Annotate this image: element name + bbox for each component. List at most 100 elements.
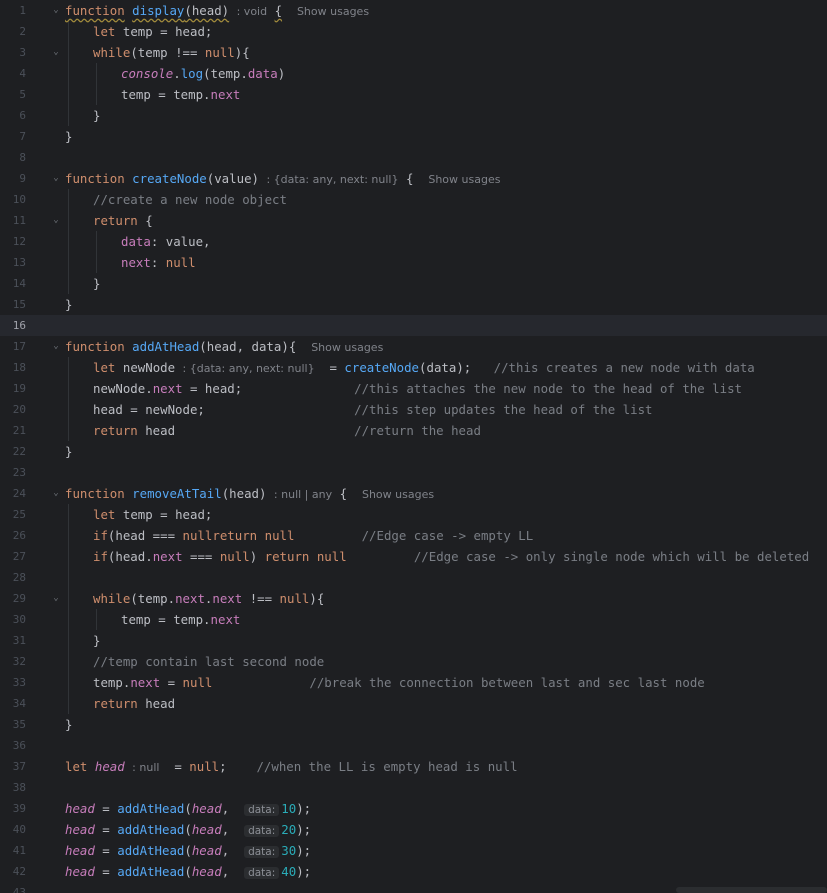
line-number: 9 — [19, 172, 26, 185]
type-hint: : {data: any, next: null} — [266, 173, 399, 186]
line-number: 20 — [12, 403, 26, 416]
code-editor[interactable]: 1 ⌄ function display(head) : void { Show u… — [0, 0, 827, 893]
code-line[interactable]: 1 ⌄ function display(head) : void { Show u… — [0, 0, 827, 21]
code-token: addAtHead — [117, 843, 185, 858]
code-token: head — [94, 759, 125, 774]
code-line[interactable]: 33 temp.next = null //break the connectio… — [0, 672, 827, 693]
code-line[interactable]: 7} — [0, 126, 827, 147]
code-line[interactable]: 36 — [0, 735, 827, 756]
fold-chevron-icon[interactable]: ⌄ — [51, 42, 61, 63]
code-line[interactable]: 34 return head — [0, 693, 827, 714]
code-token: ) — [249, 549, 265, 564]
code-token: } — [93, 633, 101, 648]
code-line[interactable]: 16 — [0, 315, 827, 336]
code-line[interactable]: 19 newNode.next = head; //this attaches t… — [0, 378, 827, 399]
code-text: temp = temp.next — [121, 84, 240, 105]
code-text: } — [65, 714, 72, 735]
code-token: //this attaches the new node to the head… — [354, 381, 743, 396]
show-usages-link[interactable]: Show usages — [311, 341, 383, 354]
code-line[interactable]: 22} — [0, 441, 827, 462]
code-line[interactable]: 15} — [0, 294, 827, 315]
code-token: } — [65, 297, 73, 312]
code-line[interactable]: 40 head = addAtHead(head, data: 20); — [0, 819, 827, 840]
code-line[interactable]: 28 — [0, 567, 827, 588]
code-line[interactable]: 23 — [0, 462, 827, 483]
code-token: next — [152, 549, 183, 564]
show-usages-link[interactable]: Show usages — [297, 5, 369, 18]
code-line[interactable]: 24 ⌄ function removeAtTail(head) : null | … — [0, 483, 827, 504]
show-usages-link[interactable]: Show usages — [362, 488, 434, 501]
code-line[interactable]: 12 data: value, — [0, 231, 827, 252]
code-token: temp. — [93, 675, 131, 690]
code-line[interactable]: 17 ⌄ function addAtHead(head, data){ Show … — [0, 336, 827, 357]
code-token: } — [93, 108, 101, 123]
code-line[interactable]: 10 //create a new node object — [0, 189, 827, 210]
code-line[interactable]: 30 temp = temp.next — [0, 609, 827, 630]
code-text: let temp = head; — [93, 504, 212, 525]
line-number: 11 — [12, 214, 26, 227]
code-token: head — [191, 801, 222, 816]
code-line[interactable]: 8 — [0, 147, 827, 168]
fold-chevron-icon[interactable]: ⌄ — [51, 0, 61, 21]
code-line[interactable]: 3 ⌄ while(temp !== null){ — [0, 42, 827, 63]
code-text: } — [93, 105, 100, 126]
line-number: 24 — [12, 487, 26, 500]
code-line[interactable]: 39 head = addAtHead(head, data: 10); — [0, 798, 827, 819]
code-line[interactable]: 9 ⌄ function createNode(value) : {data: an… — [0, 168, 827, 189]
code-line[interactable]: 37 let head : null = null; //when the LL … — [0, 756, 827, 777]
code-text: temp.next = null //break the connection … — [93, 672, 705, 693]
fold-chevron-icon[interactable]: ⌄ — [51, 168, 61, 189]
fold-chevron-icon[interactable]: ⌄ — [51, 588, 61, 609]
fold-chevron-icon[interactable]: ⌄ — [51, 336, 61, 357]
code-line[interactable]: 5 temp = temp.next — [0, 84, 827, 105]
code-token: if — [93, 528, 108, 543]
fold-chevron-icon[interactable]: ⌄ — [51, 483, 61, 504]
code-token: addAtHead — [117, 822, 185, 837]
code-text: } — [65, 294, 72, 315]
code-text: head = addAtHead(head, data: 10); — [65, 798, 311, 821]
code-line[interactable]: 41 head = addAtHead(head, data: 30); — [0, 840, 827, 861]
code-line[interactable]: 32 //temp contain last second node — [0, 651, 827, 672]
code-line[interactable]: 25 let temp = head; — [0, 504, 827, 525]
line-number: 42 — [12, 865, 26, 878]
code-line[interactable]: 31} — [0, 630, 827, 651]
code-token: ( — [184, 801, 192, 816]
code-line[interactable]: 35} — [0, 714, 827, 735]
code-token: function — [65, 339, 125, 354]
code-token: newNode — [122, 360, 176, 375]
code-token: (head) — [184, 3, 230, 18]
code-line[interactable]: 38 — [0, 777, 827, 798]
code-token: let — [93, 24, 116, 39]
code-line[interactable]: 4 console.log(temp.data) — [0, 63, 827, 84]
code-token: null — [189, 759, 220, 774]
code-line[interactable]: 2 let temp = head; — [0, 21, 827, 42]
code-line[interactable]: 42 head = addAtHead(head, data: 40); — [0, 861, 827, 882]
code-line[interactable]: 20 head = newNode; //this step updates th… — [0, 399, 827, 420]
code-token: ); — [296, 801, 312, 816]
code-token: } — [65, 129, 73, 144]
code-line[interactable]: 29 ⌄ while(temp.next.next !== null){ — [0, 588, 827, 609]
line-number: 41 — [12, 844, 26, 857]
code-line[interactable]: 43 — [0, 882, 827, 893]
code-line[interactable]: 11 ⌄ return { — [0, 210, 827, 231]
type-hint: : void — [236, 5, 268, 18]
code-text: newNode.next = head; //this attaches the… — [93, 378, 742, 399]
code-line[interactable]: 27 if(head.next === null) return null //E… — [0, 546, 827, 567]
code-line[interactable]: 13 next: null — [0, 252, 827, 273]
code-line[interactable]: 21 return head //return the head — [0, 420, 827, 441]
code-token: next — [121, 255, 151, 270]
code-text: } — [93, 630, 100, 651]
code-token: = head; — [182, 381, 355, 396]
line-number: 33 — [12, 676, 26, 689]
code-line[interactable]: 14} — [0, 273, 827, 294]
code-token: = — [94, 822, 118, 837]
code-line[interactable]: 18 let newNode : {data: any, next: null} … — [0, 357, 827, 378]
code-line[interactable]: 26 if(head === nullreturn null //Edge cas… — [0, 525, 827, 546]
fold-chevron-icon[interactable]: ⌄ — [51, 210, 61, 231]
show-usages-link[interactable]: Show usages — [428, 173, 500, 186]
code-line[interactable]: 6} — [0, 105, 827, 126]
